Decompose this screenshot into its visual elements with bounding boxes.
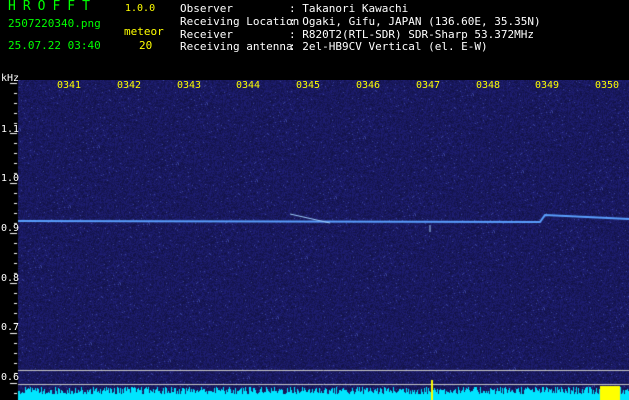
x-tick-label: 0343 xyxy=(177,80,202,91)
x-tick-label: 0350 xyxy=(595,80,620,91)
info-label-antenna: Receiving antenna xyxy=(180,40,293,53)
info-value-antenna: : 2el-HB9CV Vertical (el. E-W) xyxy=(289,40,488,53)
y-tick-label: 1.1 xyxy=(1,124,20,135)
app-version: 1.0.0 xyxy=(125,3,156,14)
y-tick-label: 0.7 xyxy=(1,322,20,333)
x-tick-label: 0344 xyxy=(236,80,261,91)
info-value-location: : Ogaki, Gifu, JAPAN (136.60E, 35.35N) xyxy=(289,15,541,28)
app-logo: HROFFT xyxy=(8,0,97,14)
x-tick-label: 0342 xyxy=(117,80,142,91)
x-tick-label: 0347 xyxy=(416,80,441,91)
x-tick-label: 0341 xyxy=(57,80,82,91)
info-label-observer: Observer xyxy=(180,2,233,15)
meteor-count: 20 xyxy=(139,39,153,52)
spectrogram-plot xyxy=(0,80,629,400)
info-label-location: Receiving Location xyxy=(180,15,300,28)
meteor-label: meteor xyxy=(124,25,164,38)
y-tick-label: 1.0 xyxy=(1,173,20,184)
file-name: 2507220340.png xyxy=(8,17,101,30)
x-tick-label: 0346 xyxy=(356,80,381,91)
observation-datetime: 25.07.22 03:40 xyxy=(8,39,101,52)
y-tick-label: 0.9 xyxy=(1,223,20,234)
info-value-observer: : Takanori Kawachi xyxy=(289,2,409,15)
y-tick-label: 0.8 xyxy=(1,273,20,284)
x-tick-label: 0348 xyxy=(476,80,501,91)
y-tick-label: 0.6 xyxy=(1,372,20,383)
y-axis-unit: kHz xyxy=(1,73,20,84)
x-tick-label: 0349 xyxy=(535,80,560,91)
x-tick-label: 0345 xyxy=(296,80,321,91)
